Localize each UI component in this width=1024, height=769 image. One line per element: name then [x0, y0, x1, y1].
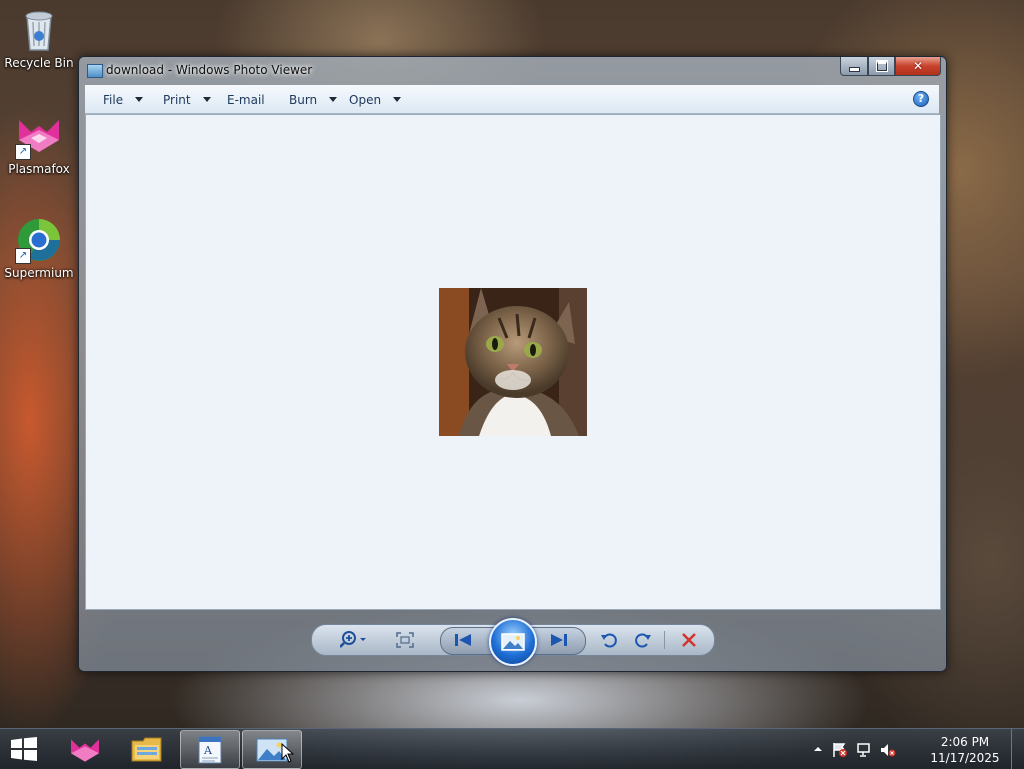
menu-burn[interactable]: Burn [289, 93, 338, 107]
slideshow-button[interactable] [489, 618, 537, 666]
image-viewing-area[interactable] [85, 114, 941, 610]
supermium-icon: ↗ [15, 216, 63, 264]
delete-button[interactable] [678, 629, 700, 651]
next-button[interactable] [548, 629, 570, 651]
desktop-icon-supermium[interactable]: ↗ Supermium [1, 216, 77, 280]
menu-bar: File Print E-mail Burn Open ? [85, 85, 939, 114]
taskbar-wordpad[interactable]: A [180, 730, 240, 769]
start-button[interactable] [10, 737, 38, 761]
mouse-cursor-icon [281, 743, 295, 763]
volume-muted-icon[interactable] [880, 742, 896, 757]
window-title: download - Windows Photo Viewer [106, 63, 313, 77]
desktop-icon-label: Recycle Bin [4, 56, 74, 70]
windows-logo-icon [11, 737, 37, 761]
show-desktop-button[interactable] [1011, 729, 1024, 769]
zoom-button[interactable] [338, 629, 372, 651]
slideshow-icon [501, 633, 525, 651]
actual-size-button[interactable] [394, 629, 416, 651]
previous-icon [455, 634, 471, 646]
plasmafox-icon [71, 738, 99, 762]
previous-button[interactable] [452, 629, 474, 651]
shortcut-arrow-icon: ↗ [15, 144, 31, 160]
menu-burn-label: Burn [289, 93, 318, 107]
desktop-icon-recycle-bin[interactable]: Recycle Bin [1, 6, 77, 70]
flag-warning-icon [833, 743, 847, 757]
next-icon [551, 634, 567, 646]
close-icon: ✕ [912, 59, 924, 73]
taskbar-clock[interactable]: 2:06 PM 11/17/2025 [930, 734, 1000, 766]
rotate-counterclockwise-icon [601, 633, 617, 648]
desktop-icon-plasmafox[interactable]: ↗ Plasmafox [1, 112, 77, 176]
action-center-icon[interactable] [832, 742, 848, 757]
show-hidden-icons-button[interactable] [810, 742, 826, 756]
viewer-control-bar [311, 618, 715, 666]
speaker-muted-icon [881, 744, 896, 757]
menu-print-label: Print [163, 93, 191, 107]
folder-icon [131, 737, 162, 761]
plasmafox-icon: ↗ [15, 112, 63, 160]
network-icon[interactable] [856, 742, 872, 757]
menu-email-label: E-mail [227, 93, 265, 107]
close-button[interactable]: ✕ [895, 57, 941, 76]
chevron-up-icon [814, 747, 822, 751]
menu-email[interactable]: E-mail [227, 93, 265, 107]
rotate-clockwise-icon [635, 633, 651, 648]
help-icon[interactable]: ? [913, 91, 929, 107]
taskbar-file-explorer[interactable] [118, 730, 176, 767]
delete-icon [682, 633, 696, 647]
taskbar: A 2:06 PM 11/17/2025 [0, 728, 1024, 769]
system-tray: 2:06 PM 11/17/2025 [810, 729, 1000, 769]
cat-photo [439, 288, 587, 436]
desktop-icon-label: Plasmafox [8, 162, 70, 176]
wordpad-icon: A [198, 736, 222, 763]
rotate-counterclockwise-button[interactable] [598, 629, 620, 651]
minimize-icon [848, 66, 860, 72]
menu-file[interactable]: File [103, 93, 144, 107]
rotate-clockwise-button[interactable] [632, 629, 654, 651]
title-bar[interactable]: download - Windows Photo Viewer ✕ [79, 57, 946, 85]
caption-buttons: ✕ [840, 57, 941, 76]
recycle-bin-icon [15, 6, 63, 54]
taskbar-plasmafox[interactable] [56, 730, 114, 767]
photo-viewer-window: download - Windows Photo Viewer ✕ File P… [78, 56, 947, 672]
control-separator [664, 631, 665, 649]
chevron-down-icon [393, 97, 402, 102]
menu-open-label: Open [349, 93, 382, 107]
maximize-button[interactable] [868, 57, 895, 76]
shortcut-arrow-icon: ↗ [15, 248, 31, 264]
clock-date: 11/17/2025 [930, 751, 1000, 765]
chevron-down-icon [329, 97, 338, 102]
menu-file-label: File [103, 93, 124, 107]
svg-text:A: A [203, 744, 213, 757]
network-monitor-icon [857, 743, 870, 757]
minimize-button[interactable] [840, 57, 868, 76]
magnifier-plus-icon [340, 631, 366, 648]
taskbar-photo-viewer[interactable] [242, 730, 302, 769]
menu-open[interactable]: Open [349, 93, 402, 107]
clock-time: 2:06 PM [940, 735, 990, 749]
fit-window-icon [396, 632, 414, 648]
photo-viewer-app-icon [87, 64, 103, 78]
desktop-icon-label: Supermium [4, 266, 74, 280]
chevron-down-icon [135, 97, 144, 102]
maximize-icon [875, 60, 888, 72]
chevron-down-icon [202, 97, 211, 102]
menu-print[interactable]: Print [163, 93, 211, 107]
